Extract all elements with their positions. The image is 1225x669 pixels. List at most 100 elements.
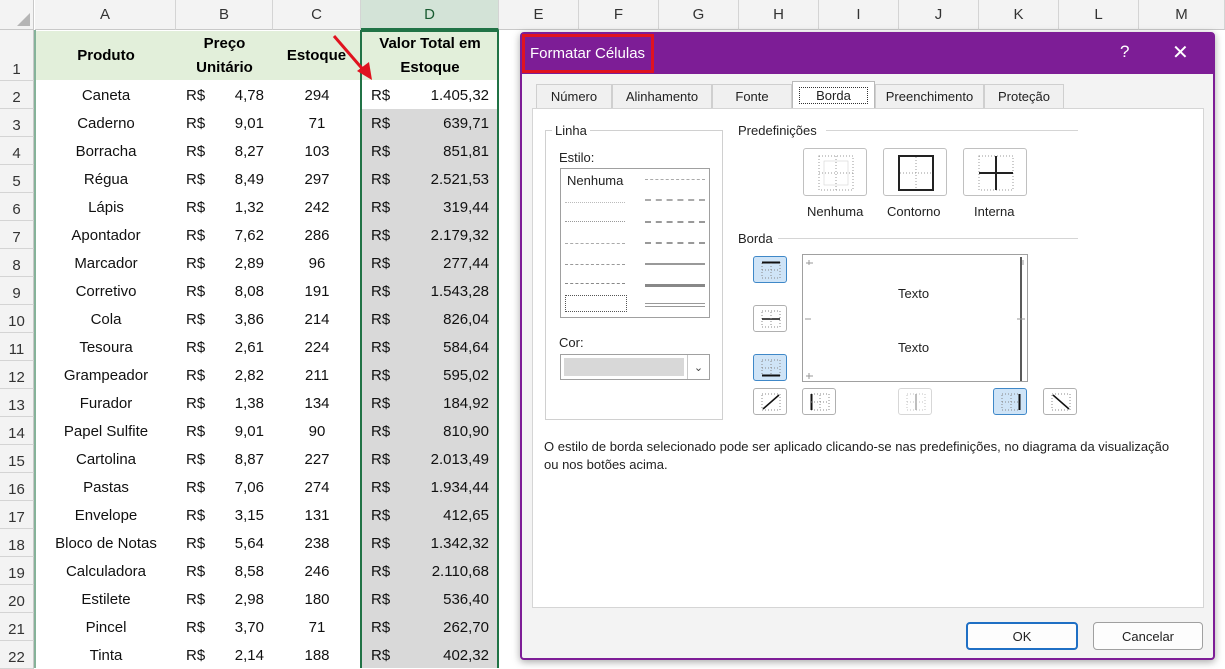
cell-produto[interactable]: Cola (36, 305, 176, 333)
header-preco-unitario[interactable]: Preço Unitário (176, 31, 273, 80)
column-header-j[interactable]: J (899, 0, 979, 30)
column-header-f[interactable]: F (579, 0, 659, 30)
cell-preco[interactable]: 1,32 (200, 193, 264, 221)
cell-estoque[interactable]: 246 (273, 557, 361, 585)
row-header-16[interactable]: 16 (0, 473, 34, 501)
column-header-m[interactable]: M (1139, 0, 1225, 30)
cell-produto[interactable]: Lápis (36, 193, 176, 221)
cell-preco[interactable]: 7,62 (200, 221, 264, 249)
style-thin-selected[interactable] (565, 295, 627, 312)
style-medium-dash-dot[interactable] (645, 221, 705, 223)
cell-produto[interactable]: Estilete (36, 585, 176, 613)
row-header-10[interactable]: 10 (0, 305, 34, 333)
cell-estoque[interactable]: 224 (273, 333, 361, 361)
cell-preco[interactable]: 9,01 (200, 109, 264, 137)
cell-estoque[interactable]: 134 (273, 389, 361, 417)
style-slant-dash-dot[interactable] (645, 199, 705, 201)
cell-preco[interactable]: 3,70 (200, 613, 264, 641)
cell-estoque[interactable]: 274 (273, 473, 361, 501)
cell-produto[interactable]: Cartolina (36, 445, 176, 473)
cell-estoque[interactable]: 238 (273, 529, 361, 557)
cell-preco[interactable]: 8,27 (200, 137, 264, 165)
cell-estoque[interactable]: 227 (273, 445, 361, 473)
cell-preco[interactable]: 8,58 (200, 557, 264, 585)
chevron-down-icon[interactable]: ⌄ (687, 355, 709, 379)
cell-estoque[interactable]: 71 (273, 109, 361, 137)
preset-none-button[interactable] (803, 148, 867, 196)
row-header-4[interactable]: 4 (0, 137, 34, 165)
border-top-button[interactable] (753, 256, 787, 283)
cell-preco[interactable]: 2,82 (200, 361, 264, 389)
preset-outline-button[interactable] (883, 148, 947, 196)
border-middle-horizontal-button[interactable] (753, 305, 787, 332)
cell-estoque[interactable]: 180 (273, 585, 361, 613)
border-left-button[interactable] (802, 388, 836, 415)
row-header-18[interactable]: 18 (0, 529, 34, 557)
row-header-11[interactable]: 11 (0, 333, 34, 361)
row-header-22[interactable]: 22 (0, 641, 34, 669)
column-header-a[interactable]: A (35, 0, 176, 30)
cell-produto[interactable]: Tinta (36, 641, 176, 669)
style-medium-dashed[interactable] (645, 242, 705, 244)
style-dashed[interactable] (565, 283, 625, 284)
cell-estoque[interactable]: 188 (273, 641, 361, 669)
cell-produto[interactable]: Bloco de Notas (36, 529, 176, 557)
cell-estoque[interactable]: 131 (273, 501, 361, 529)
row-header-1[interactable]: 1 (0, 30, 34, 81)
style-dash-dot-dot[interactable] (565, 243, 625, 244)
ok-button[interactable]: OK (966, 622, 1078, 650)
header-estoque[interactable]: Estoque (273, 31, 360, 80)
dialog-titlebar[interactable]: Formatar Células ? ✕ (522, 34, 1213, 74)
cancel-button[interactable]: Cancelar (1093, 622, 1203, 650)
select-all-corner[interactable] (0, 0, 34, 30)
column-header-b[interactable]: B (176, 0, 273, 30)
border-bottom-button[interactable] (753, 354, 787, 381)
help-icon[interactable]: ? (1120, 42, 1129, 62)
cell-produto[interactable]: Caneta (36, 81, 176, 109)
cell-produto[interactable]: Apontador (36, 221, 176, 249)
tab-fonte[interactable]: Fonte (712, 84, 792, 108)
row-header-19[interactable]: 19 (0, 557, 34, 585)
cell-produto[interactable]: Caderno (36, 109, 176, 137)
cell-produto[interactable]: Furador (36, 389, 176, 417)
cell-estoque[interactable]: 191 (273, 277, 361, 305)
style-thick[interactable] (645, 284, 705, 287)
row-header-14[interactable]: 14 (0, 417, 34, 445)
cell-preco[interactable]: 2,98 (200, 585, 264, 613)
cell-preco[interactable]: 3,86 (200, 305, 264, 333)
row-header-8[interactable]: 8 (0, 249, 34, 277)
cell-estoque[interactable]: 214 (273, 305, 361, 333)
style-double[interactable] (645, 303, 705, 307)
column-header-i[interactable]: I (819, 0, 899, 30)
cell-preco[interactable]: 8,08 (200, 277, 264, 305)
border-middle-vertical-button[interactable] (898, 388, 932, 415)
cell-estoque[interactable]: 286 (273, 221, 361, 249)
cell-estoque[interactable]: 242 (273, 193, 361, 221)
row-header-5[interactable]: 5 (0, 165, 34, 193)
cell-produto[interactable]: Papel Sulfite (36, 417, 176, 445)
tab-numero[interactable]: Número (536, 84, 612, 108)
cell-estoque[interactable]: 294 (273, 81, 361, 109)
cell-estoque[interactable]: 103 (273, 137, 361, 165)
row-header-20[interactable]: 20 (0, 585, 34, 613)
cell-preco[interactable]: 9,01 (200, 417, 264, 445)
border-preview-diagram[interactable]: Texto Texto (802, 254, 1028, 382)
cell-produto[interactable]: Tesoura (36, 333, 176, 361)
row-header-6[interactable]: 6 (0, 193, 34, 221)
tab-alinhamento[interactable]: Alinhamento (612, 84, 712, 108)
column-header-c[interactable]: C (273, 0, 361, 30)
column-header-h[interactable]: H (739, 0, 819, 30)
style-medium-dash-dot-dot[interactable] (645, 179, 705, 180)
style-none-option[interactable]: Nenhuma (567, 173, 623, 188)
column-header-g[interactable]: G (659, 0, 739, 30)
row-header-7[interactable]: 7 (0, 221, 34, 249)
tab-preenchimento[interactable]: Preenchimento (875, 84, 984, 108)
row-header-3[interactable]: 3 (0, 109, 34, 137)
cell-estoque[interactable]: 71 (273, 613, 361, 641)
cell-produto[interactable]: Envelope (36, 501, 176, 529)
cell-preco[interactable]: 1,38 (200, 389, 264, 417)
cell-produto[interactable]: Marcador (36, 249, 176, 277)
cell-produto[interactable]: Corretivo (36, 277, 176, 305)
column-header-k[interactable]: K (979, 0, 1059, 30)
style-medium[interactable] (645, 263, 705, 265)
